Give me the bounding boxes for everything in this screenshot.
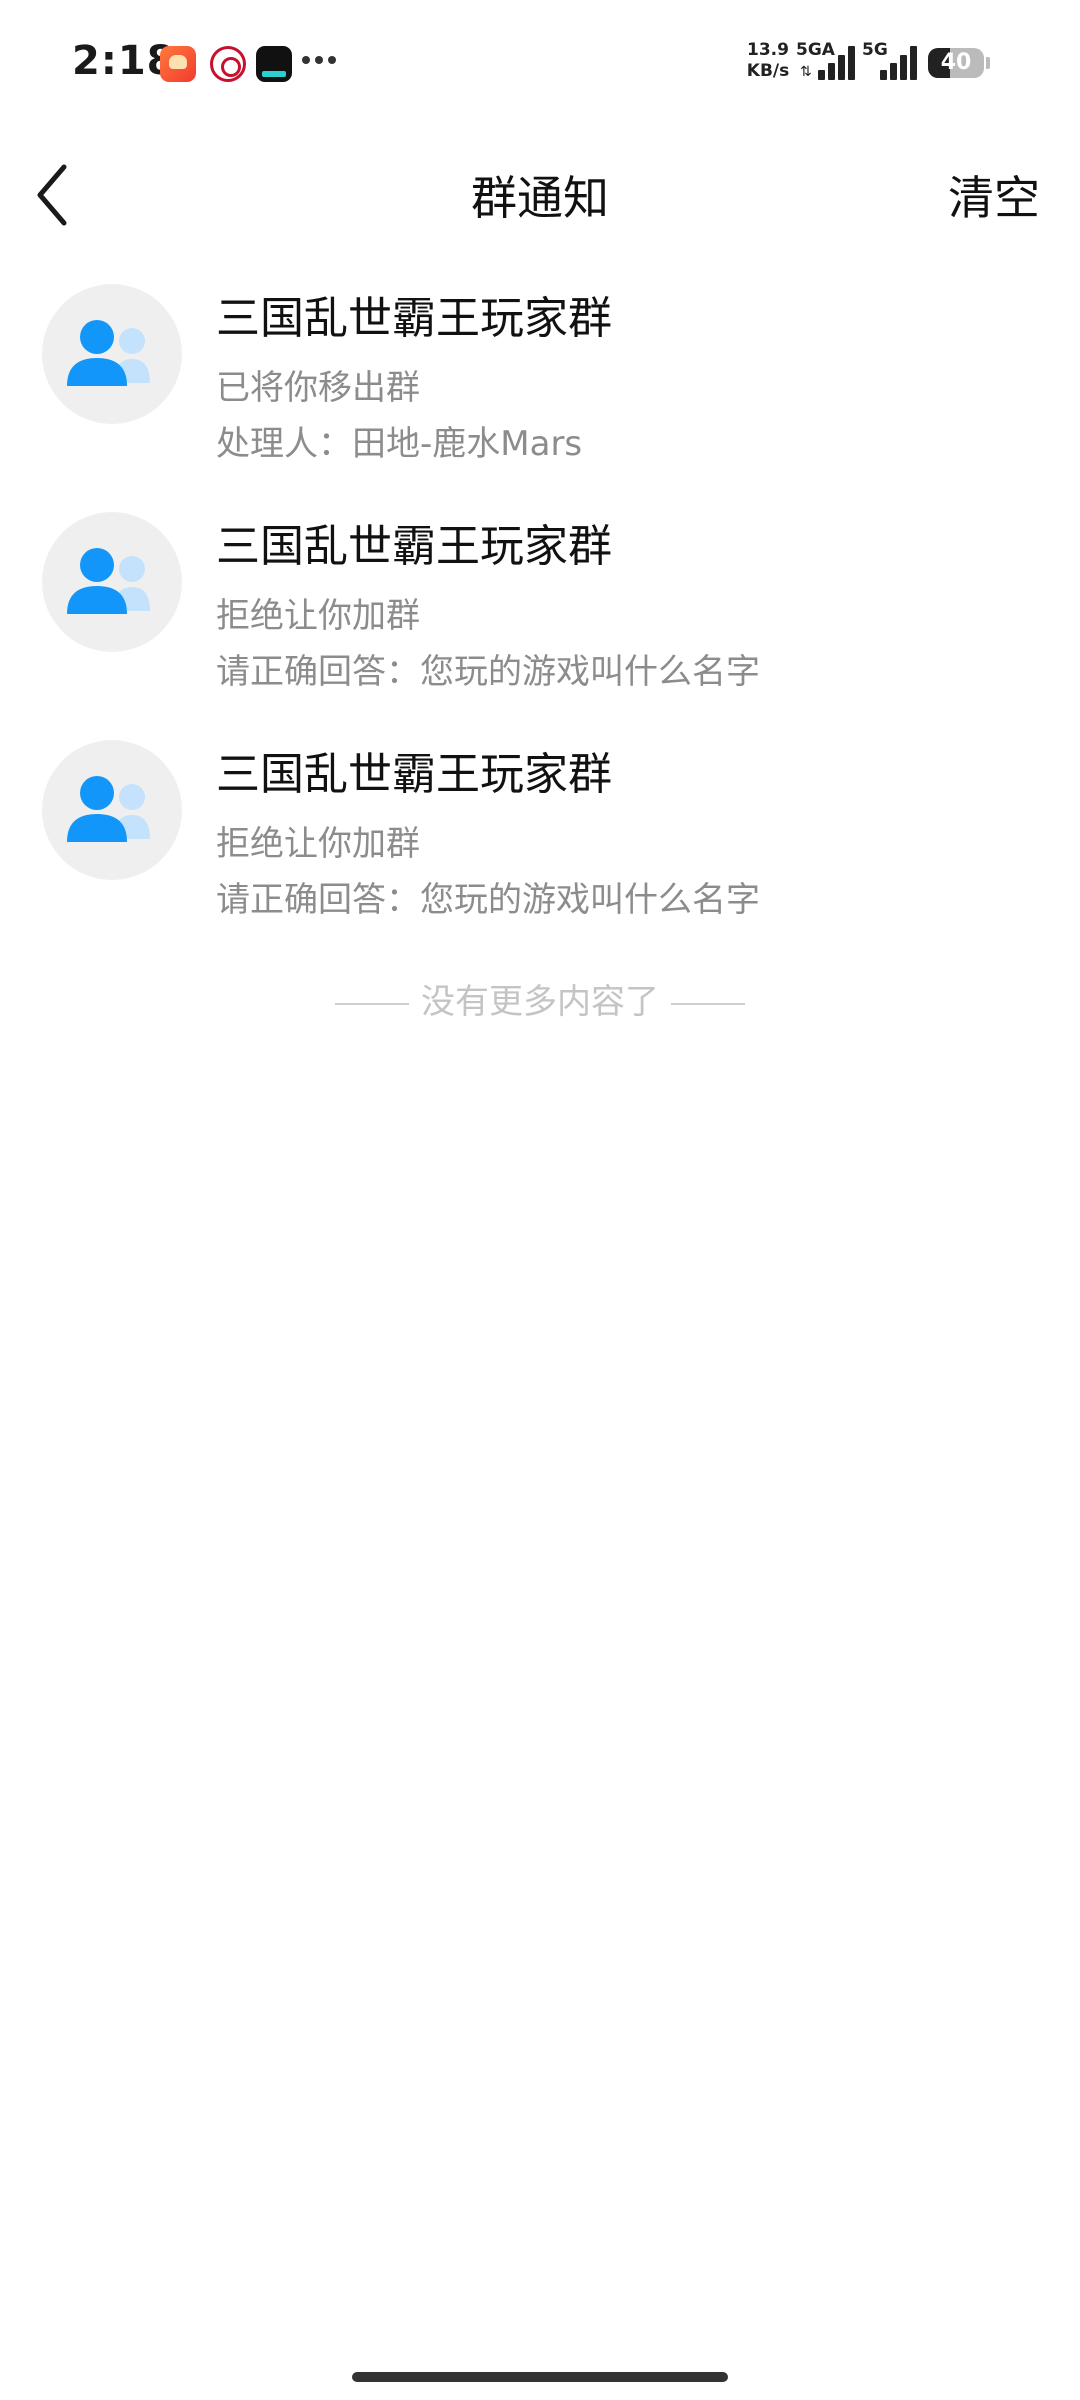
notice-detail: 请正确回答：您玩的游戏叫什么名字 <box>216 880 760 920</box>
battery-level: 40 <box>940 50 972 75</box>
news-notification-icon <box>256 46 292 82</box>
notice-status: 拒绝让你加群 <box>216 596 420 636</box>
group-name: 三国乱世霸王玩家群 <box>216 521 612 572</box>
group-name: 三国乱世霸王玩家群 <box>216 293 612 344</box>
data-transfer-icon: ⇅ <box>800 64 812 80</box>
page-title: 群通知 <box>471 171 609 225</box>
battery-icon: 40 <box>928 48 984 78</box>
nav-bar: 群通知 清空 <box>0 130 1080 260</box>
group-avatar-icon <box>42 512 182 652</box>
battery-cap <box>986 57 990 69</box>
divider <box>671 1002 745 1005</box>
notice-detail: 处理人：田地-鹿水Mars <box>216 424 583 464</box>
network-speed-unit: KB/s <box>746 61 790 81</box>
app-notification-icon <box>160 46 196 82</box>
status-bar: 2:18 13.9 KB/s 5GA ⇅ 5G 40 <box>0 0 1080 130</box>
list-item[interactable]: 三国乱世霸王玩家群 拒绝让你加群 请正确回答：您玩的游戏叫什么名字 <box>0 716 1080 944</box>
signal-strength-icon-2 <box>880 46 920 80</box>
clear-button[interactable]: 清空 <box>948 162 1040 228</box>
group-notice-list: 三国乱世霸王玩家群 已将你移出群 处理人：田地-鹿水Mars 三国乱世霸王玩家群… <box>0 260 1080 944</box>
divider <box>335 1002 409 1005</box>
network-speed-value: 13.9 <box>747 40 789 60</box>
back-button[interactable] <box>28 155 108 235</box>
notice-status: 拒绝让你加群 <box>216 824 420 864</box>
bank-notification-icon <box>210 46 246 82</box>
signal-strength-icon <box>818 46 858 80</box>
end-hint-text: 没有更多内容了 <box>421 982 659 1022</box>
network-speed: 13.9 KB/s <box>746 40 790 82</box>
notice-detail: 请正确回答：您玩的游戏叫什么名字 <box>216 652 760 692</box>
home-indicator[interactable] <box>352 2372 728 2382</box>
group-name: 三国乱世霸王玩家群 <box>216 749 612 800</box>
group-avatar-icon <box>42 740 182 880</box>
list-item[interactable]: 三国乱世霸王玩家群 拒绝让你加群 请正确回答：您玩的游戏叫什么名字 <box>0 488 1080 716</box>
notice-status: 已将你移出群 <box>216 368 420 408</box>
group-avatar-icon <box>42 284 182 424</box>
end-of-list-hint: 没有更多内容了 <box>0 974 1080 1023</box>
list-item[interactable]: 三国乱世霸王玩家群 已将你移出群 处理人：田地-鹿水Mars <box>0 260 1080 488</box>
more-dots-icon <box>302 56 338 66</box>
back-chevron-icon <box>37 164 67 226</box>
